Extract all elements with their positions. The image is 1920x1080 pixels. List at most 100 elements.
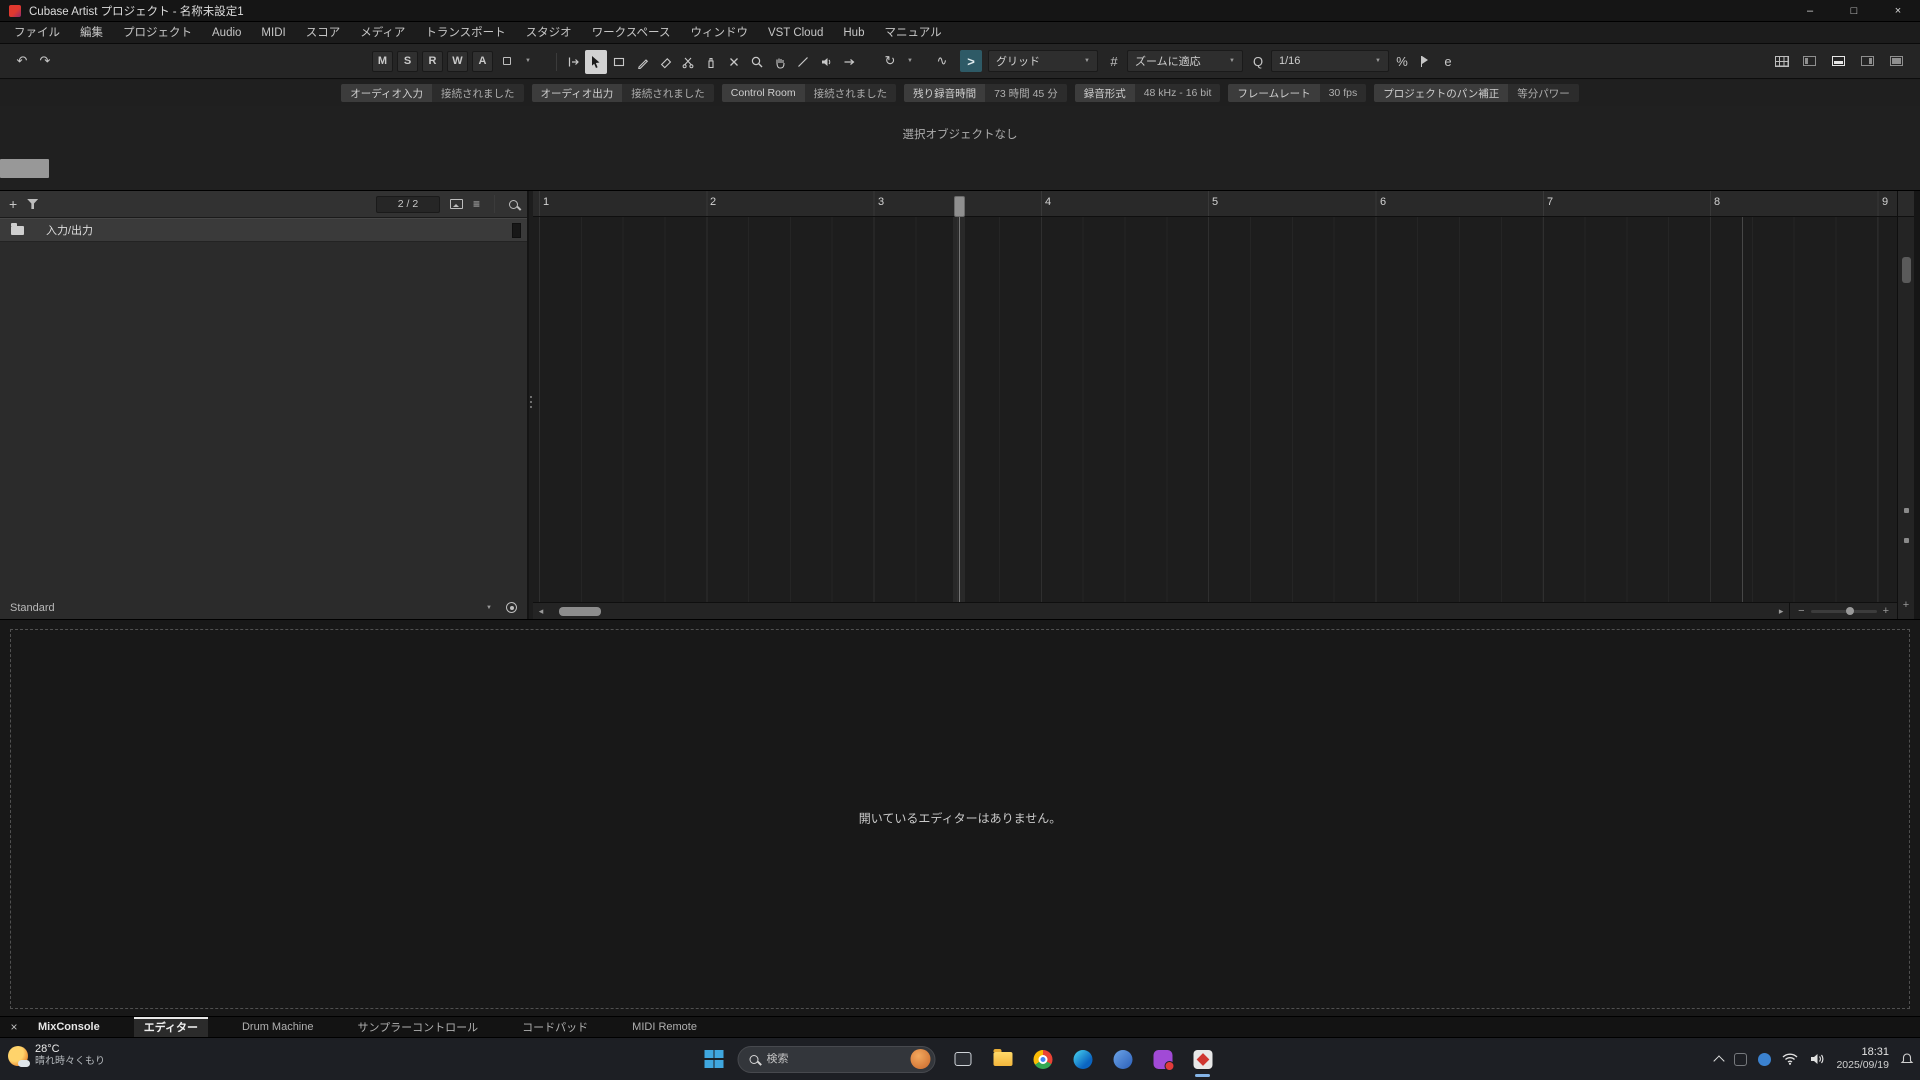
menu-project[interactable]: プロジェクト bbox=[113, 22, 202, 44]
menu-score[interactable]: スコア bbox=[296, 22, 351, 44]
glue-tool[interactable] bbox=[700, 50, 722, 74]
add-track-button[interactable]: + bbox=[9, 197, 17, 211]
automation-dropdown[interactable]: ▼ bbox=[521, 50, 535, 72]
maximize-button[interactable]: □ bbox=[1832, 0, 1876, 21]
undo-button[interactable]: ↶ bbox=[12, 50, 32, 72]
ruler-options-button[interactable] bbox=[1898, 191, 1914, 217]
tab-chord-pads[interactable]: コードパッド bbox=[512, 1017, 598, 1037]
discord-button[interactable] bbox=[1150, 1046, 1176, 1072]
snap-button[interactable]: > bbox=[960, 50, 982, 72]
menu-media[interactable]: メディア bbox=[350, 22, 415, 44]
zoom-out-button[interactable]: − bbox=[1798, 606, 1804, 617]
redo-button[interactable]: ↷ bbox=[35, 50, 55, 72]
erase-tool[interactable] bbox=[654, 50, 676, 74]
loop-button[interactable]: ↻ bbox=[880, 50, 900, 72]
settings-gear-icon[interactable] bbox=[506, 602, 517, 613]
solo-all-button[interactable]: S bbox=[397, 51, 418, 72]
v-scroll-thumb[interactable] bbox=[1902, 257, 1911, 283]
zoom-preset-dropdown[interactable]: ズームに適応 ▼ bbox=[1127, 50, 1243, 72]
menu-manual[interactable]: マニュアル bbox=[874, 22, 951, 44]
horizontal-scrollbar[interactable]: ◂ ▸ − + bbox=[533, 602, 1897, 619]
auto-scroll-button[interactable] bbox=[562, 50, 584, 74]
timeline-ruler[interactable]: 1 2 3 4 5 6 7 8 9 bbox=[533, 191, 1897, 217]
loop-dropdown[interactable]: ▼ bbox=[903, 50, 917, 72]
menu-hub[interactable]: Hub bbox=[833, 22, 874, 44]
window-layout-button[interactable] bbox=[1772, 50, 1792, 72]
arrange-grid[interactable] bbox=[533, 217, 1897, 602]
notification-bell-icon[interactable] bbox=[1900, 1052, 1914, 1066]
chrome-button[interactable] bbox=[1030, 1046, 1056, 1072]
file-explorer-button[interactable] bbox=[990, 1046, 1016, 1072]
tray-expand-icon[interactable] bbox=[1714, 1055, 1725, 1066]
right-zone-toggle[interactable] bbox=[1856, 51, 1879, 71]
vertical-scrollbar[interactable]: + bbox=[1897, 191, 1914, 619]
iterative-quantize-button[interactable]: % bbox=[1392, 50, 1412, 72]
edge-button[interactable] bbox=[1070, 1046, 1096, 1072]
v-zoom-marker[interactable] bbox=[1904, 508, 1909, 513]
menu-window[interactable]: ウィンドウ bbox=[680, 22, 758, 44]
menu-midi[interactable]: MIDI bbox=[251, 22, 295, 44]
snap-grid-icon[interactable]: # bbox=[1104, 50, 1124, 72]
start-button[interactable] bbox=[705, 1050, 724, 1069]
tab-drum-machine[interactable]: Drum Machine bbox=[232, 1017, 324, 1037]
tab-mixconsole[interactable]: MixConsole bbox=[28, 1017, 110, 1037]
range-selection-tool[interactable] bbox=[608, 50, 630, 74]
wifi-icon[interactable] bbox=[1782, 1053, 1798, 1065]
find-track-icon[interactable] bbox=[509, 200, 518, 209]
preset-dropdown[interactable]: ▼ bbox=[486, 605, 492, 611]
lower-zone-toggle[interactable] bbox=[1827, 51, 1850, 71]
zoom-slider-thumb[interactable] bbox=[1846, 607, 1854, 615]
automation-mode-button[interactable]: A bbox=[472, 51, 493, 72]
tray-icon[interactable] bbox=[1734, 1053, 1747, 1066]
track-picture-icon[interactable] bbox=[450, 199, 463, 209]
lower-zone-close-icon[interactable]: × bbox=[0, 1017, 28, 1037]
split-tool[interactable] bbox=[677, 50, 699, 74]
full-zone-toggle[interactable] bbox=[1885, 51, 1908, 71]
playhead-handle[interactable] bbox=[954, 196, 965, 217]
weather-widget[interactable]: 28°C 晴れ時々くもり bbox=[8, 1043, 105, 1068]
menu-audio[interactable]: Audio bbox=[202, 22, 251, 44]
draw-tool[interactable] bbox=[631, 50, 653, 74]
automation-curve-button[interactable]: ∿ bbox=[932, 50, 952, 72]
left-zone-tab[interactable] bbox=[0, 159, 49, 178]
menu-edit[interactable]: 編集 bbox=[70, 22, 113, 44]
tray-blue-icon[interactable] bbox=[1758, 1053, 1771, 1066]
panel-resize-handle[interactable] bbox=[529, 396, 533, 422]
menu-vst-cloud[interactable]: VST Cloud bbox=[758, 22, 833, 44]
volume-icon[interactable] bbox=[1809, 1053, 1825, 1065]
task-view-button[interactable] bbox=[950, 1046, 976, 1072]
minimize-button[interactable]: – bbox=[1788, 0, 1832, 21]
mute-tool[interactable] bbox=[723, 50, 745, 74]
zoom-tool[interactable] bbox=[746, 50, 768, 74]
automation-panel-button[interactable] bbox=[497, 50, 517, 72]
h-scroll-thumb[interactable] bbox=[559, 607, 601, 616]
cubase-taskbar-button[interactable] bbox=[1190, 1046, 1216, 1072]
tab-midi-remote[interactable]: MIDI Remote bbox=[622, 1017, 707, 1037]
close-button[interactable]: × bbox=[1876, 0, 1920, 21]
filter-tracks-icon[interactable] bbox=[27, 199, 38, 209]
menu-transport[interactable]: トランスポート bbox=[415, 22, 515, 44]
play-tool[interactable] bbox=[815, 50, 837, 74]
menu-studio[interactable]: スタジオ bbox=[516, 22, 582, 44]
open-quantize-panel-button[interactable]: e bbox=[1438, 50, 1458, 72]
zoom-in-button[interactable]: + bbox=[1883, 606, 1889, 617]
scroll-left-icon[interactable]: ◂ bbox=[533, 606, 549, 617]
read-automation-button[interactable]: R bbox=[422, 51, 443, 72]
quantize-preset-dropdown[interactable]: 1/16 ▼ bbox=[1271, 50, 1389, 72]
write-automation-button[interactable]: W bbox=[447, 51, 468, 72]
tab-sampler-control[interactable]: サンプラーコントロール bbox=[348, 1017, 489, 1037]
zoom-slider[interactable] bbox=[1811, 610, 1877, 613]
left-zone-toggle[interactable] bbox=[1798, 51, 1821, 71]
object-selection-tool[interactable] bbox=[585, 50, 607, 74]
search-input[interactable] bbox=[767, 1053, 895, 1065]
taskbar-search[interactable] bbox=[738, 1046, 936, 1073]
track-row-input-output[interactable]: 入力/出力 bbox=[0, 218, 527, 242]
scrub-tool[interactable] bbox=[838, 50, 860, 74]
audiowarp-flag-button[interactable] bbox=[1415, 50, 1435, 72]
mute-all-button[interactable]: M bbox=[372, 51, 393, 72]
taskbar-clock[interactable]: 18:31 2025/09/19 bbox=[1836, 1046, 1889, 1072]
quantize-icon[interactable]: Q bbox=[1248, 50, 1268, 72]
line-tool[interactable] bbox=[792, 50, 814, 74]
v-zoom-in-button[interactable]: + bbox=[1898, 599, 1914, 611]
h-scroll-track[interactable] bbox=[549, 603, 1773, 619]
